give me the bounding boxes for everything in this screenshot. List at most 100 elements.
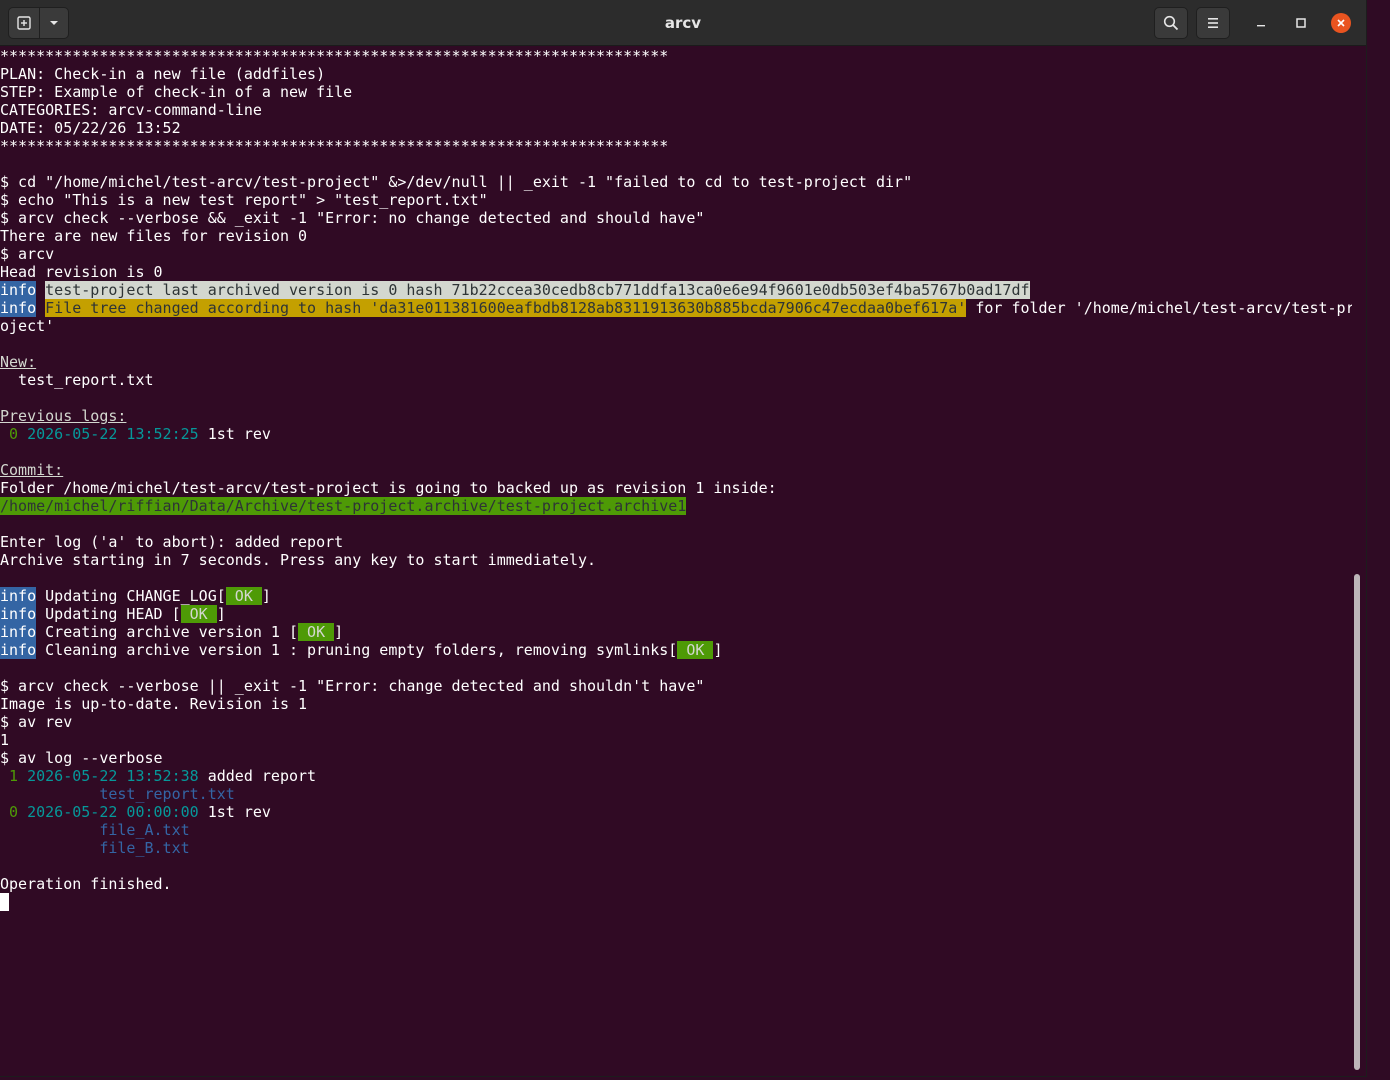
terminal-line: Operation finished. [0, 875, 1352, 893]
highlighted-text: /home/michel/riffian/Data/Archive/test-p… [0, 497, 687, 515]
highlighted-text: File tree changed according to hash 'da3… [45, 299, 967, 317]
text-cursor [0, 893, 9, 911]
terminal-line: New: [0, 353, 1352, 371]
terminal-line: test_report.txt [0, 785, 1352, 803]
terminal-text: $ av rev [0, 713, 73, 731]
terminal-line: 0 2026-05-22 00:00:00 1st rev [0, 803, 1352, 821]
log-file-name: test_report.txt [99, 785, 235, 803]
terminal-text: Image is up-to-date. Revision is 1 [0, 695, 308, 713]
terminal-line: test_report.txt [0, 371, 1352, 389]
terminal-line: info Updating CHANGE_LOG[ OK ] [0, 587, 1352, 605]
log-timestamp: 2026-05-22 00:00:00 [27, 803, 199, 821]
minimize-icon [1257, 25, 1265, 27]
terminal-text: Creating archive version 1 [ [36, 623, 299, 641]
close-icon [1337, 19, 1345, 27]
terminal-text: 1st rev [198, 803, 271, 821]
terminal-text: ****************************************… [0, 47, 669, 65]
terminal-line: $ arcv check --verbose && _exit -1 "Erro… [0, 209, 1352, 227]
terminal-text: ] [713, 641, 723, 659]
info-tag: info [0, 587, 37, 605]
ok-badge: OK [225, 587, 262, 605]
terminal-line: oject' [0, 317, 1352, 335]
terminal-text: $ arcv check --verbose || _exit -1 "Erro… [0, 677, 705, 695]
close-button[interactable] [1325, 7, 1357, 39]
section-heading: Commit: [0, 461, 64, 479]
terminal-text: $ cd "/home/michel/test-arcv/test-projec… [0, 173, 913, 191]
prompt-line[interactable] [0, 893, 1352, 911]
maximize-button[interactable] [1285, 7, 1317, 39]
terminal-text: Cleaning archive version 1 : pruning emp… [36, 641, 678, 659]
terminal-line: $ arcv check --verbose || _exit -1 "Erro… [0, 677, 1352, 695]
terminal-text: DATE: 05/22/26 13:52 [0, 119, 181, 137]
terminal-line: $ arcv [0, 245, 1352, 263]
section-heading: Previous logs: [0, 407, 127, 425]
revision-number: 1 [9, 767, 19, 785]
info-tag: info [0, 641, 37, 659]
terminal-text: 1st rev [198, 425, 271, 443]
scrollbar-thumb[interactable] [1354, 574, 1360, 1070]
terminal-line: 1 [0, 731, 1352, 749]
terminal-line: info Cleaning archive version 1 : prunin… [0, 641, 1352, 659]
terminal-line: $ cd "/home/michel/test-arcv/test-projec… [0, 173, 1352, 191]
info-tag: info [0, 623, 37, 641]
terminal-line: CATEGORIES: arcv-command-line [0, 101, 1352, 119]
terminal-text: $ av log --verbose [0, 749, 163, 767]
terminal-line: ****************************************… [0, 137, 1352, 155]
terminal-text: $ echo "This is a new test report" > "te… [0, 191, 488, 209]
terminal-line: info Creating archive version 1 [ OK ] [0, 623, 1352, 641]
terminal-line: Previous logs: [0, 407, 1352, 425]
terminal-text: $ arcv check --verbose && _exit -1 "Erro… [0, 209, 705, 227]
terminal-line: file_B.txt [0, 839, 1352, 857]
terminal-text: ] [334, 623, 344, 641]
terminal-line: PLAN: Check-in a new file (addfiles) [0, 65, 1352, 83]
info-tag: info [0, 605, 37, 623]
maximize-icon [1296, 18, 1306, 28]
terminal-line: Folder /home/michel/test-arcv/test-proje… [0, 479, 1352, 497]
terminal-text: PLAN: Check-in a new file (addfiles) [0, 65, 326, 83]
terminal-text: CATEGORIES: arcv-command-line [0, 101, 262, 119]
terminal-text: Updating CHANGE_LOG[ [36, 587, 226, 605]
terminal-line: Archive starting in 7 seconds. Press any… [0, 551, 1352, 569]
terminal-text: STEP: Example of check-in of a new file [0, 83, 353, 101]
title-bar[interactable]: arcv [0, 0, 1366, 46]
terminal-text: oject' [0, 317, 55, 335]
terminal-line: STEP: Example of check-in of a new file [0, 83, 1352, 101]
terminal-line: Commit: [0, 461, 1352, 479]
terminal-line: $ echo "This is a new test report" > "te… [0, 191, 1352, 209]
terminal-line: 0 2026-05-22 13:52:25 1st rev [0, 425, 1352, 443]
terminal-text: Enter log ('a' to abort): added report [0, 533, 344, 551]
terminal-line: $ av rev [0, 713, 1352, 731]
terminal-line: $ av log --verbose [0, 749, 1352, 767]
terminal-line: info test-project last archived version … [0, 281, 1352, 299]
info-tag: info [0, 281, 37, 299]
terminal-text: There are new files for revision 0 [0, 227, 308, 245]
revision-number: 0 [9, 425, 19, 443]
info-tag: info [0, 299, 37, 317]
highlighted-text: test-project last archived version is 0 … [45, 281, 1030, 299]
menu-button[interactable] [1196, 7, 1230, 39]
terminal-text: added report [198, 767, 317, 785]
terminal-text: ] [216, 605, 226, 623]
log-file-name: file_B.txt [99, 839, 190, 857]
terminal-text: $ arcv [0, 245, 55, 263]
terminal-text: test_report.txt [0, 371, 154, 389]
search-button[interactable] [1154, 7, 1188, 39]
section-heading: New: [0, 353, 37, 371]
terminal-text: 1 [0, 731, 10, 749]
log-file-name: file_A.txt [99, 821, 190, 839]
ok-badge: OK [180, 605, 217, 623]
terminal-output[interactable]: ****************************************… [0, 47, 1352, 1076]
minimize-button[interactable] [1245, 7, 1277, 39]
terminal-window: arcv ***********************************… [0, 0, 1366, 1076]
